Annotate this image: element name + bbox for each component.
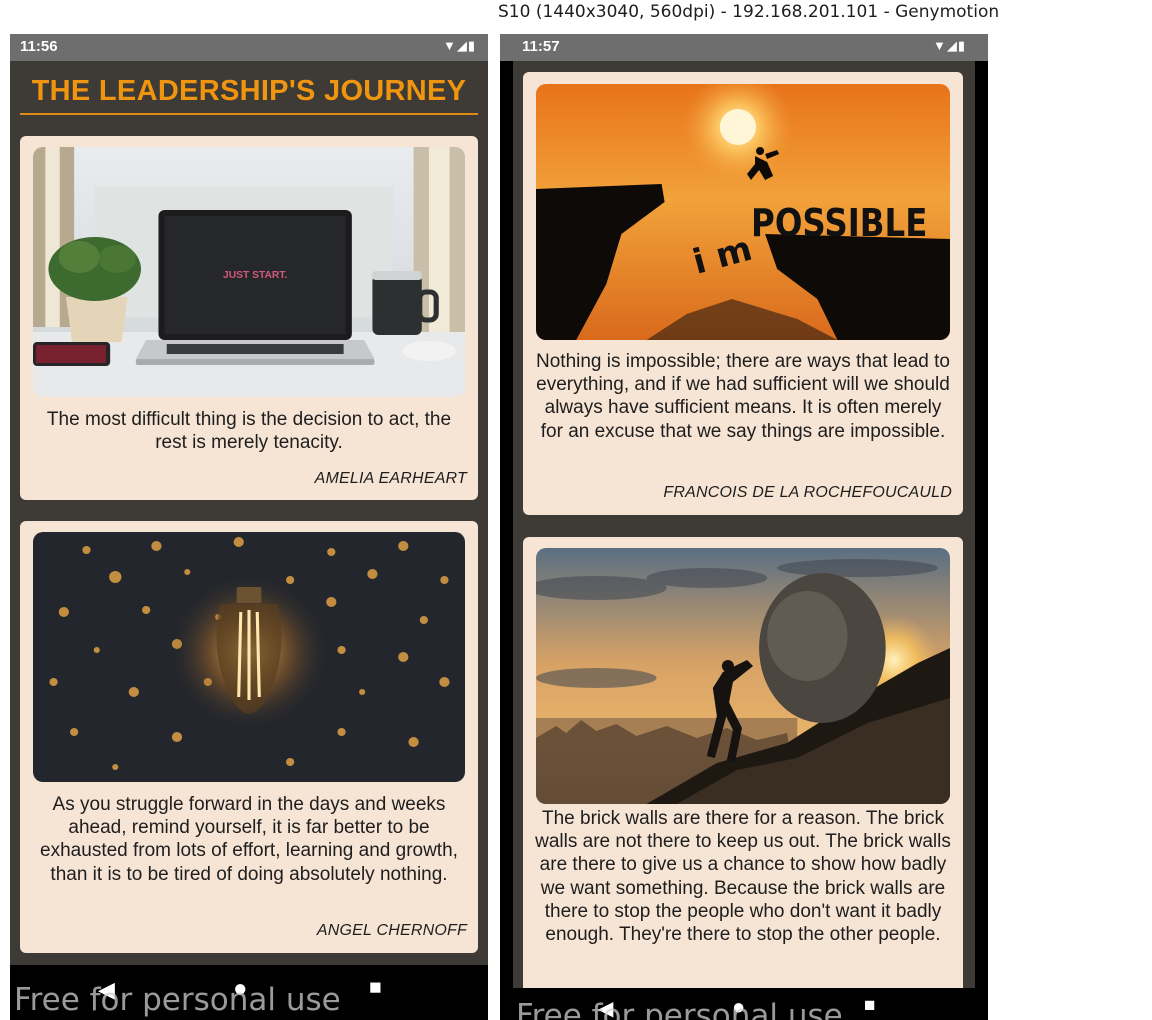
just-start-text: JUST START. [223,270,287,281]
quote-author: ANGEL CHERNOFF [316,922,467,939]
wifi-icon: ▼ [442,38,457,53]
app-title: THE LEADERSHIP'S JOURNEY [31,75,467,107]
laptop-desk-photo: JUST START. [33,147,465,397]
recents-icon[interactable]: ■ [369,976,382,1000]
status-bar: 11:56 ▼◢▮ [10,34,488,61]
app-scroll-area[interactable]: THE LEADERSHIP'S JOURNEY JUST START. The… [10,61,488,965]
possible-text: POSSIBLE [751,202,927,246]
quote-text: The brick walls are there for a reason. … [535,808,951,946]
emulator-window-title: S10 (1440x3040, 560dpi) - 192.168.201.10… [498,2,1000,22]
status-bar: 11:57 ▼◢▮ [500,34,988,61]
battery-icon: ▮ [467,38,476,53]
impossible-cliff-photo: POSSIBLE i m [536,84,950,340]
quote-author: AMELIA EARHEART [314,470,467,487]
title-underline [20,113,478,115]
boulder-push-photo [536,548,950,804]
light-bulb-photo [33,532,465,782]
quote-text: As you struggle forward in the days and … [40,794,458,885]
status-icons: ▼◢▮ [933,38,966,54]
watermark-text: Free for personal use [516,998,843,1020]
quote-card[interactable]: The brick walls are there for a reason. … [523,537,963,997]
app-scroll-area[interactable]: POSSIBLE i m Nothing is impossible; ther… [513,61,975,997]
right-phone-screen: 11:57 ▼◢▮ POSSIBLE i m Nothing is imposs… [500,34,988,1020]
quote-text: The most difficult thing is the decision… [46,409,452,454]
quote-text: Nothing is impossible; there are ways th… [536,351,950,442]
quote-author: FRANCOIS DE LA ROCHEFOUCAULD [663,484,952,501]
wifi-icon: ▼ [932,38,947,53]
left-phone-screen: 11:56 ▼◢▮ THE LEADERSHIP'S JOURNEY JUST … [10,34,488,1020]
quote-card[interactable]: As you struggle forward in the days and … [20,521,478,953]
status-icons: ▼◢▮ [443,38,476,54]
quote-card[interactable]: POSSIBLE i m Nothing is impossible; ther… [523,72,963,515]
status-time: 11:57 [522,38,560,55]
signal-icon: ◢ [946,38,958,53]
status-time: 11:56 [20,38,58,55]
battery-icon: ▮ [957,38,966,53]
signal-icon: ◢ [456,38,468,53]
quote-card[interactable]: JUST START. The most difficult thing is … [20,136,478,500]
watermark-text: Free for personal use [14,982,341,1018]
recents-icon[interactable]: ■ [864,995,875,1017]
